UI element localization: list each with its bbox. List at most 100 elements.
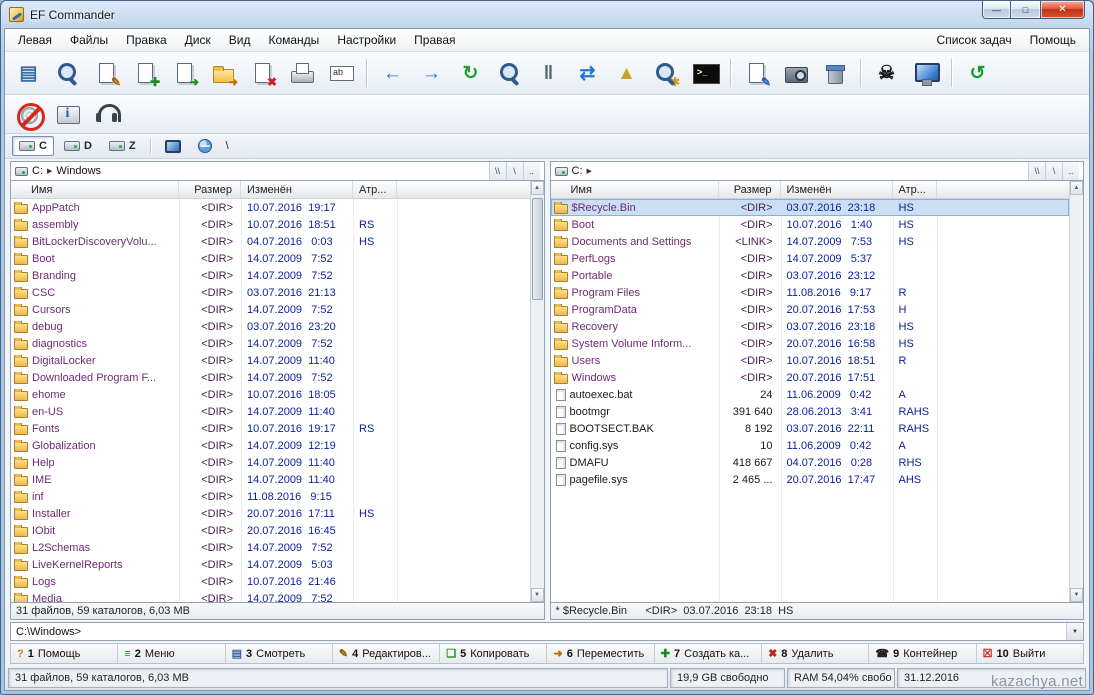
dos-prompt-button[interactable] [686, 56, 723, 90]
file-row[interactable]: Windows<DIR>20.07.2016 17:51 [551, 369, 1070, 386]
fn-button-6[interactable]: ➜6Переместить [547, 644, 654, 663]
scroll-down-button[interactable]: ▼ [1070, 588, 1083, 602]
file-row[interactable]: BitLockerDiscoveryVolu...<DIR>04.07.2016… [11, 233, 530, 250]
file-row[interactable]: Logs<DIR>10.07.2016 21:46 [11, 573, 530, 590]
file-row[interactable]: IME<DIR>14.07.2009 11:40 [11, 471, 530, 488]
file-row[interactable]: Fonts<DIR>10.07.2016 19:17RS [11, 420, 530, 437]
file-row[interactable]: Boot<DIR>14.07.2009 7:52 [11, 250, 530, 267]
left-path-bar[interactable]: C: ▶ Windows \\ \ .. [10, 161, 545, 181]
menu-settings[interactable]: Настройки [328, 30, 405, 50]
history-button[interactable]: .. [1062, 162, 1079, 180]
edit-file-button[interactable]: ✎ [88, 56, 125, 90]
file-row[interactable]: Downloaded Program F...<DIR>14.07.2009 7… [11, 369, 530, 386]
file-row[interactable]: autoexec.bat2411.06.2009 0:42A [551, 386, 1070, 403]
back-button[interactable]: ← [374, 56, 411, 90]
minimize-button[interactable]: — [982, 1, 1011, 19]
pack-button[interactable]: ▲ [608, 56, 645, 90]
column-header-name[interactable]: Имя [551, 181, 719, 198]
vertical-scrollbar[interactable]: ▲ ▼ [1069, 181, 1083, 602]
vertical-scrollbar[interactable]: ▲ ▼ [530, 181, 544, 602]
notepad-button[interactable]: ✎ [738, 56, 775, 90]
menu-task-list[interactable]: Список задач [928, 30, 1021, 50]
sync-dirs-button[interactable]: ⇄ [569, 56, 606, 90]
file-row[interactable]: config.sys1011.06.2009 0:42A [551, 437, 1070, 454]
scroll-down-button[interactable]: ▼ [531, 588, 544, 602]
file-row[interactable]: $Recycle.Bin<DIR>03.07.2016 23:18HS [551, 199, 1070, 216]
menu-commands[interactable]: Команды [259, 30, 328, 50]
file-row[interactable]: bootmgr391 64028.06.2013 3:41RAHS [551, 403, 1070, 420]
file-row[interactable]: inf<DIR>11.08.2016 9:15 [11, 488, 530, 505]
search-button[interactable] [491, 56, 528, 90]
command-history-dropdown[interactable]: ▼ [1066, 623, 1083, 640]
file-row[interactable]: BOOTSECT.BAK8 19203.07.2016 22:11RAHS [551, 420, 1070, 437]
drive-z-button[interactable]: Z [102, 136, 143, 156]
file-row[interactable]: PerfLogs<DIR>14.07.2009 5:37 [551, 250, 1070, 267]
fn-button-8[interactable]: ✖8Удалить [762, 644, 869, 663]
column-header-date[interactable]: Изменён [781, 181, 893, 198]
title-bar[interactable]: EF Commander — □ ✕ [1, 1, 1093, 28]
menu-disk[interactable]: Диск [176, 30, 220, 50]
menu-edit[interactable]: Правка [117, 30, 176, 50]
move-to-folder-button[interactable]: ➜ [205, 56, 242, 90]
file-row[interactable]: Branding<DIR>14.07.2009 7:52 [11, 267, 530, 284]
menu-help[interactable]: Помощь [1021, 30, 1085, 50]
command-line-input[interactable]: C:\Windows> ▼ [10, 622, 1084, 641]
file-row[interactable]: AppPatch<DIR>10.07.2016 19:17 [11, 199, 530, 216]
print-button[interactable] [283, 56, 320, 90]
scroll-up-button[interactable]: ▲ [531, 181, 544, 195]
file-row[interactable]: Documents and Settings<LINK>14.07.2009 7… [551, 233, 1070, 250]
delete-file-button[interactable]: ✖ [244, 56, 281, 90]
rename-button[interactable] [322, 56, 359, 90]
fn-button-9[interactable]: ☎9Контейнер [869, 644, 976, 663]
file-row[interactable]: DigitalLocker<DIR>14.07.2009 11:40 [11, 352, 530, 369]
right-path-bar[interactable]: C: ▶ \\ \ .. [550, 161, 1085, 181]
file-row[interactable]: diagnostics<DIR>14.07.2009 7:52 [11, 335, 530, 352]
file-row[interactable]: Recovery<DIR>03.07.2016 23:18HS [551, 318, 1070, 335]
menu-left-panel[interactable]: Левая [9, 30, 61, 50]
forward-button[interactable]: → [413, 56, 450, 90]
file-row[interactable]: Boot<DIR>10.07.2016 1:40HS [551, 216, 1070, 233]
camera-button[interactable] [777, 56, 814, 90]
column-header-size[interactable]: Размер [179, 181, 241, 198]
file-row[interactable]: Installer<DIR>20.07.2016 17:11HS [11, 505, 530, 522]
file-row[interactable]: ProgramData<DIR>20.07.2016 17:53H [551, 301, 1070, 318]
compare-button[interactable]: ‖ [530, 56, 567, 90]
file-row[interactable]: pagefile.sys2 465 ...20.07.2016 17:47AHS [551, 471, 1070, 488]
update-button[interactable]: ↺ [959, 56, 996, 90]
file-row[interactable]: ehome<DIR>10.07.2016 18:05 [11, 386, 530, 403]
refresh-button[interactable]: ↻ [452, 56, 489, 90]
file-row[interactable]: Media<DIR>14.07.2009 7:52 [11, 590, 530, 602]
column-header-name[interactable]: Имя [11, 181, 179, 198]
file-row[interactable]: Cursors<DIR>14.07.2009 7:52 [11, 301, 530, 318]
parent-button[interactable]: \ [1045, 162, 1062, 180]
menu-files[interactable]: Файлы [61, 30, 117, 50]
file-row[interactable]: LiveKernelReports<DIR>14.07.2009 5:03 [11, 556, 530, 573]
column-header-date[interactable]: Изменён [241, 181, 353, 198]
search-files-button[interactable]: ✱ [647, 56, 684, 90]
menu-right-panel[interactable]: Правая [405, 30, 464, 50]
fn-button-4[interactable]: ✎4Редактиров... [333, 644, 440, 663]
remote-desktop-button[interactable] [907, 56, 944, 90]
system-info-button[interactable] [49, 97, 86, 131]
trash-button[interactable] [816, 56, 853, 90]
file-row[interactable]: L2Schemas<DIR>14.07.2009 7:52 [11, 539, 530, 556]
file-row[interactable]: Users<DIR>10.07.2016 18:51R [551, 352, 1070, 369]
column-header-size[interactable]: Размер [719, 181, 781, 198]
fn-button-5[interactable]: ❏5Копировать [440, 644, 547, 663]
file-row[interactable]: assembly<DIR>10.07.2016 18:51RS [11, 216, 530, 233]
desktop-drive-button[interactable] [158, 136, 188, 156]
network-drive-button[interactable] [191, 136, 219, 156]
move-file-button[interactable]: ➜ [166, 56, 203, 90]
drive-c-button[interactable]: C [12, 136, 54, 156]
copy-file-button[interactable]: ✚ [127, 56, 164, 90]
kill-process-button[interactable]: ☠ [868, 56, 905, 90]
root-button[interactable]: \\ [489, 162, 506, 180]
file-row[interactable]: Help<DIR>14.07.2009 11:40 [11, 454, 530, 471]
file-row[interactable]: Portable<DIR>03.07.2016 23:12 [551, 267, 1070, 284]
close-button[interactable]: ✕ [1040, 1, 1085, 19]
file-row[interactable]: debug<DIR>03.07.2016 23:20 [11, 318, 530, 335]
fn-button-7[interactable]: ✚7Создать ка... [655, 644, 762, 663]
audio-cd-button[interactable] [88, 97, 125, 131]
history-button[interactable]: .. [523, 162, 540, 180]
menu-view[interactable]: Вид [220, 30, 260, 50]
